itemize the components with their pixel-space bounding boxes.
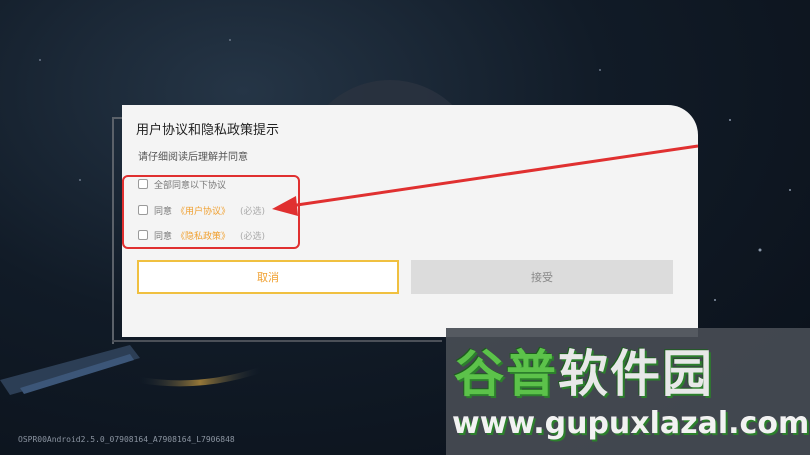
watermark-url: www.gupuxlazal.com [452,406,810,441]
watermark: 谷普软件园 www.gupuxlazal.com [446,328,810,455]
version-text: OSPR00Android2.5.0_07908164_A7908164_L79… [18,435,235,444]
watermark-title-part1: 谷普 [454,345,558,403]
watermark-title: 谷普软件园 [454,334,714,406]
watermark-title-part2: 软件园 [558,345,714,403]
